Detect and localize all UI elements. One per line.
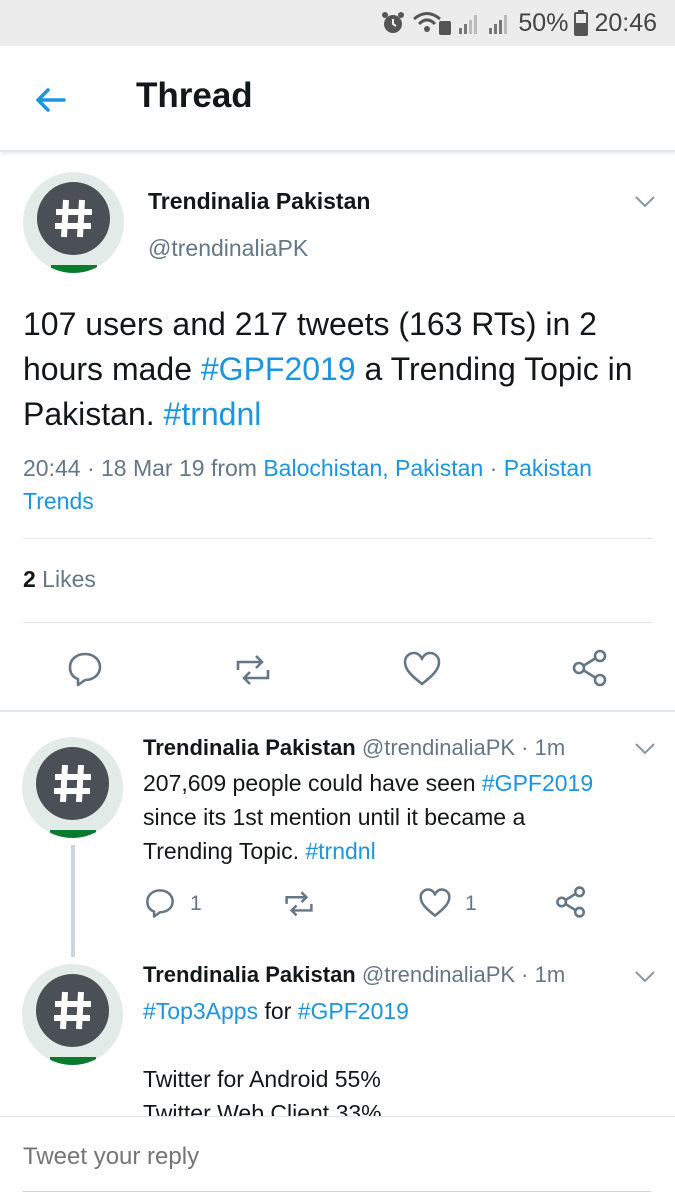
thread-connector bbox=[71, 845, 75, 957]
wifi-icon bbox=[413, 12, 452, 35]
location-link[interactable]: Balochistan, Pakistan bbox=[263, 455, 483, 481]
hashtag-link[interactable]: #GPF2019 bbox=[298, 998, 409, 1024]
hashtag-icon bbox=[55, 199, 92, 238]
flag-badge bbox=[50, 830, 96, 838]
reply-text-part: Trending Topic. bbox=[143, 838, 306, 864]
like-icon[interactable] bbox=[418, 887, 452, 919]
likes-count: 2 bbox=[23, 566, 36, 592]
author-handle[interactable]: @trendinaliaPK · 1m bbox=[362, 735, 565, 760]
section-separator bbox=[0, 710, 675, 712]
reply-count: 1 bbox=[190, 892, 202, 915]
hashtag-link[interactable]: #trndnl bbox=[164, 396, 262, 432]
reply-line: #Top3Apps for #GPF2019 bbox=[143, 994, 643, 1028]
reply-line: Twitter for Android 55% bbox=[143, 1066, 381, 1092]
status-time: 20:46 bbox=[594, 8, 657, 37]
tweet-timestamp: 20:44 · 18 Mar 19 from bbox=[23, 455, 264, 481]
reply-line: Trending Topic. #trndnl bbox=[143, 834, 643, 868]
author-handle[interactable]: @trendinaliaPK bbox=[148, 235, 308, 262]
alarm-icon bbox=[382, 12, 405, 33]
share-icon[interactable] bbox=[554, 885, 588, 919]
battery-percent: 50% bbox=[518, 8, 569, 37]
hashtag-icon bbox=[54, 991, 91, 1030]
share-icon[interactable] bbox=[570, 648, 610, 688]
hashtag-link[interactable]: #trndnl bbox=[305, 838, 375, 864]
chevron-down-icon[interactable] bbox=[634, 970, 656, 984]
reply-line: since its 1st mention until it became a bbox=[143, 804, 526, 830]
tweet-actions bbox=[0, 640, 675, 700]
like-icon[interactable] bbox=[402, 650, 442, 688]
likes-summary[interactable]: 2 Likes bbox=[23, 566, 96, 593]
reply-input[interactable] bbox=[23, 1143, 651, 1171]
reply-line: 207,609 people could have seen #GPF2019 bbox=[143, 766, 643, 800]
like-count: 1 bbox=[465, 892, 477, 915]
back-arrow-icon[interactable] bbox=[30, 80, 70, 120]
hashtag-link[interactable]: #GPF2019 bbox=[201, 351, 356, 387]
avatar[interactable] bbox=[23, 172, 124, 273]
tweet-meta: 20:44 · 18 Mar 19 from Balochistan, Paki… bbox=[23, 452, 663, 518]
page-title: Thread bbox=[136, 76, 253, 115]
status-bar: 50% 20:46 bbox=[0, 0, 675, 46]
likes-label: Likes bbox=[35, 566, 96, 592]
flag-badge bbox=[51, 265, 97, 273]
status-bar-icons: 50% 20:46 bbox=[380, 6, 657, 40]
signal-icon bbox=[489, 15, 508, 34]
divider bbox=[23, 538, 653, 539]
composer-underline bbox=[23, 1191, 651, 1192]
author-name[interactable]: Trendinalia Pakistan bbox=[143, 962, 356, 987]
chevron-down-icon[interactable] bbox=[634, 742, 656, 756]
author-name[interactable]: Trendinalia Pakistan bbox=[143, 735, 356, 760]
avatar[interactable] bbox=[22, 737, 123, 838]
signal-icon bbox=[459, 15, 478, 34]
battery-icon bbox=[574, 10, 589, 36]
reply-text: 207,609 people could have seen #GPF2019 … bbox=[143, 766, 643, 868]
retweet-icon[interactable] bbox=[230, 652, 276, 686]
hashtag-icon bbox=[54, 764, 91, 803]
divider bbox=[23, 622, 653, 623]
reply-composer bbox=[0, 1116, 675, 1200]
chevron-down-icon[interactable] bbox=[634, 195, 656, 209]
retweet-icon[interactable] bbox=[280, 888, 318, 918]
reply-header: Trendinalia Pakistan @trendinaliaPK · 1m bbox=[143, 735, 565, 761]
reply-text-part: 207,609 people could have seen bbox=[143, 770, 482, 796]
reply-icon[interactable] bbox=[66, 650, 104, 688]
author-handle[interactable]: @trendinaliaPK · 1m bbox=[362, 962, 565, 987]
meta-separator: · bbox=[483, 455, 504, 481]
reply-text-part: for bbox=[258, 998, 298, 1024]
author-name[interactable]: Trendinalia Pakistan bbox=[148, 188, 370, 215]
tweet-text: 107 users and 217 tweets (163 RTs) in 2 … bbox=[23, 302, 663, 437]
reply-icon[interactable] bbox=[144, 887, 176, 919]
app-header: Thread bbox=[0, 46, 675, 152]
reply-header: Trendinalia Pakistan @trendinaliaPK · 1m bbox=[143, 962, 565, 988]
avatar[interactable] bbox=[22, 964, 123, 1065]
hashtag-link[interactable]: #Top3Apps bbox=[143, 998, 258, 1024]
flag-badge bbox=[50, 1057, 96, 1065]
reply-text: #Top3Apps for #GPF2019 Twitter for Andro… bbox=[143, 994, 643, 1130]
hashtag-link[interactable]: #GPF2019 bbox=[482, 770, 593, 796]
